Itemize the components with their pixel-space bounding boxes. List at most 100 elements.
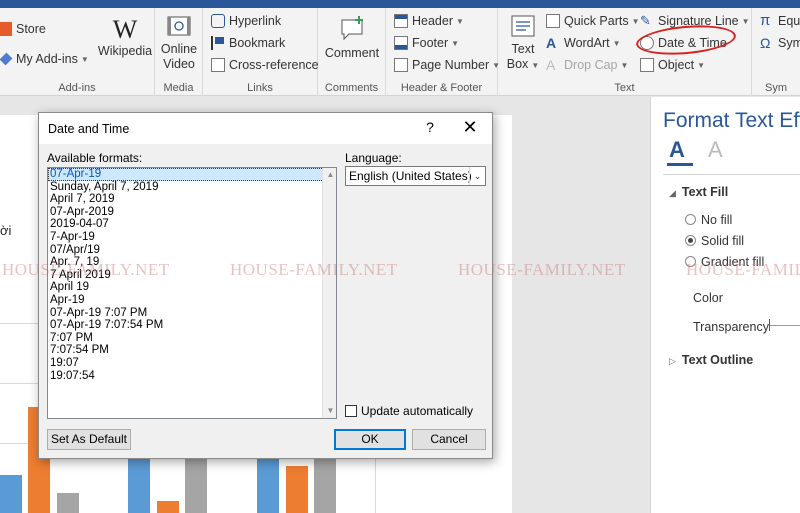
pane-divider [663, 174, 800, 175]
no-fill-option[interactable]: No fill [685, 213, 732, 227]
page-number-icon [394, 58, 408, 72]
text-outline-section[interactable]: ▷ Text Outline [669, 353, 753, 367]
scroll-up-icon[interactable]: ▲ [323, 168, 336, 182]
format-list-item[interactable]: April 7, 2019 [48, 193, 336, 206]
text-fill-outline-tab-icon[interactable]: A [669, 137, 685, 163]
format-list-item[interactable]: 07-Apr-2019 [48, 206, 336, 219]
formats-list-items: 07-Apr-19 Sunday, April 7, 2019 April 7, 2… [48, 168, 336, 382]
chart-bar [157, 501, 179, 513]
text-box-button[interactable]: Text Box ▼ [504, 14, 542, 73]
footer-icon [394, 36, 408, 50]
format-list-item[interactable]: 7-Apr-19 [48, 231, 336, 244]
format-list-item[interactable]: Apr. 7, 19 [48, 256, 336, 269]
chevron-down-icon: ▼ [451, 38, 460, 48]
cancel-button[interactable]: Cancel [412, 429, 486, 450]
ok-button[interactable]: OK [334, 429, 406, 450]
chevron-down-icon: ▼ [631, 16, 640, 26]
format-list-item[interactable]: Sunday, April 7, 2019 [48, 181, 336, 194]
language-select[interactable]: English (United States) ⌄ [345, 166, 486, 186]
bookmark-icon [211, 36, 225, 50]
document-text: ời [0, 223, 12, 238]
formats-scrollbar[interactable]: ▲ ▼ [322, 168, 336, 418]
format-list-item[interactable]: 7:07:54 PM [48, 344, 336, 357]
comments-group: Comment Comments [318, 8, 386, 96]
wikipedia-icon: W [112, 15, 138, 44]
format-list-item[interactable]: 19:07 [48, 357, 336, 370]
chevron-down-icon: ▼ [741, 16, 750, 26]
text-fill-section[interactable]: ◢ Text Fill [669, 185, 728, 199]
signature-icon: ✎ [640, 13, 651, 28]
radio-button[interactable] [685, 214, 696, 225]
cross-reference-icon [211, 58, 225, 72]
radio-button[interactable] [685, 256, 696, 267]
cross-reference-button[interactable]: Cross-reference [211, 58, 319, 72]
format-text-effects-pane: Format Text Effe A A ◢Text Fill No fill … [650, 97, 800, 513]
bookmark-button[interactable]: Bookmark [211, 36, 285, 50]
online-video-button[interactable]: Online Video [158, 14, 200, 72]
object-icon [640, 58, 654, 72]
format-list-item[interactable]: Apr-19 [48, 294, 336, 307]
formats-list[interactable]: 07-Apr-19 Sunday, April 7, 2019 April 7, 2… [47, 167, 337, 419]
format-list-item[interactable]: 07-Apr-19 7:07:54 PM [48, 319, 336, 332]
my-addins-button[interactable]: My Add-ins ▼ [0, 52, 89, 66]
chevron-down-icon: ▼ [612, 38, 621, 48]
chevron-right-icon: ▷ [669, 356, 676, 366]
dialog-title: Date and Time [48, 122, 130, 136]
format-list-item[interactable]: 7 April 2019 [48, 269, 336, 282]
store-button[interactable]: Store [0, 22, 46, 36]
chevron-down-icon: ▼ [456, 16, 464, 26]
scroll-down-icon[interactable]: ▼ [323, 404, 336, 418]
text-effects-tab-icon[interactable]: A [708, 137, 723, 163]
online-video-icon [167, 16, 191, 36]
media-group: Online Video Media [155, 8, 203, 96]
gradient-fill-option[interactable]: Gradient fill [685, 255, 764, 269]
set-as-default-button[interactable]: Set As Default [47, 429, 131, 450]
chevron-down-icon: ⌄ [469, 167, 485, 185]
chart-bar [185, 453, 207, 513]
header-icon [394, 14, 408, 28]
checkbox[interactable] [345, 405, 357, 417]
wikipedia-button[interactable]: W Wikipedia [97, 16, 153, 59]
quick-parts-icon [546, 14, 560, 28]
addins-group: Store My Add-ins ▼ W Wikipedia Add-ins [0, 8, 155, 96]
pane-title: Format Text Effe [663, 109, 800, 132]
solid-fill-option[interactable]: Solid fill [685, 234, 744, 248]
store-icon [0, 22, 12, 36]
dialog-titlebar: Date and Time ? ✕ [39, 113, 492, 144]
format-list-item[interactable]: 07-Apr-19 7:07 PM [48, 307, 336, 320]
comment-icon [341, 16, 363, 41]
drop-cap-icon: A [546, 57, 556, 73]
object-button[interactable]: Object ▼ [640, 58, 705, 72]
wordart-button[interactable]: A WordArt ▼ [546, 36, 621, 50]
drop-cap-button[interactable]: A Drop Cap ▼ [546, 58, 628, 72]
comment-button[interactable]: Comment [322, 14, 382, 61]
active-tab-indicator [667, 163, 693, 166]
radio-button[interactable] [685, 235, 696, 246]
color-label: Color [693, 291, 723, 305]
symbol-button[interactable]: Ω Sym [760, 36, 800, 50]
page-number-button[interactable]: Page Number ▼ [394, 58, 500, 72]
chevron-down-icon: ▼ [697, 60, 706, 70]
symbols-group: π Equ Ω Sym Sym [752, 8, 800, 96]
help-icon[interactable]: ? [422, 119, 438, 135]
chart-bar [0, 475, 22, 513]
close-icon[interactable]: ✕ [460, 117, 480, 137]
format-list-item[interactable]: April 19 [48, 281, 336, 294]
language-label: Language: [345, 151, 402, 165]
format-list-item[interactable]: 07-Apr-19 [48, 168, 336, 181]
date-and-time-dialog: Date and Time ? ✕ Available formats: 07-… [38, 112, 493, 459]
links-group: Hyperlink Bookmark Cross-reference Links [203, 8, 319, 96]
format-list-item[interactable]: 7:07 PM [48, 332, 336, 345]
equation-button[interactable]: π Equ [760, 13, 800, 28]
format-list-item[interactable]: 2019-04-07 [48, 218, 336, 231]
quick-parts-button[interactable]: Quick Parts ▼ [546, 14, 640, 28]
header-button[interactable]: Header ▼ [394, 14, 464, 28]
transparency-slider[interactable] [769, 319, 800, 333]
format-list-item[interactable]: 19:07:54 [48, 370, 336, 383]
text-box-icon [511, 15, 535, 37]
format-list-item[interactable]: 07/Apr/19 [48, 244, 336, 257]
title-bar [0, 0, 800, 8]
footer-button[interactable]: Footer ▼ [394, 36, 459, 50]
hyperlink-button[interactable]: Hyperlink [211, 14, 281, 28]
update-automatically-checkbox[interactable]: Update automatically [345, 404, 473, 418]
